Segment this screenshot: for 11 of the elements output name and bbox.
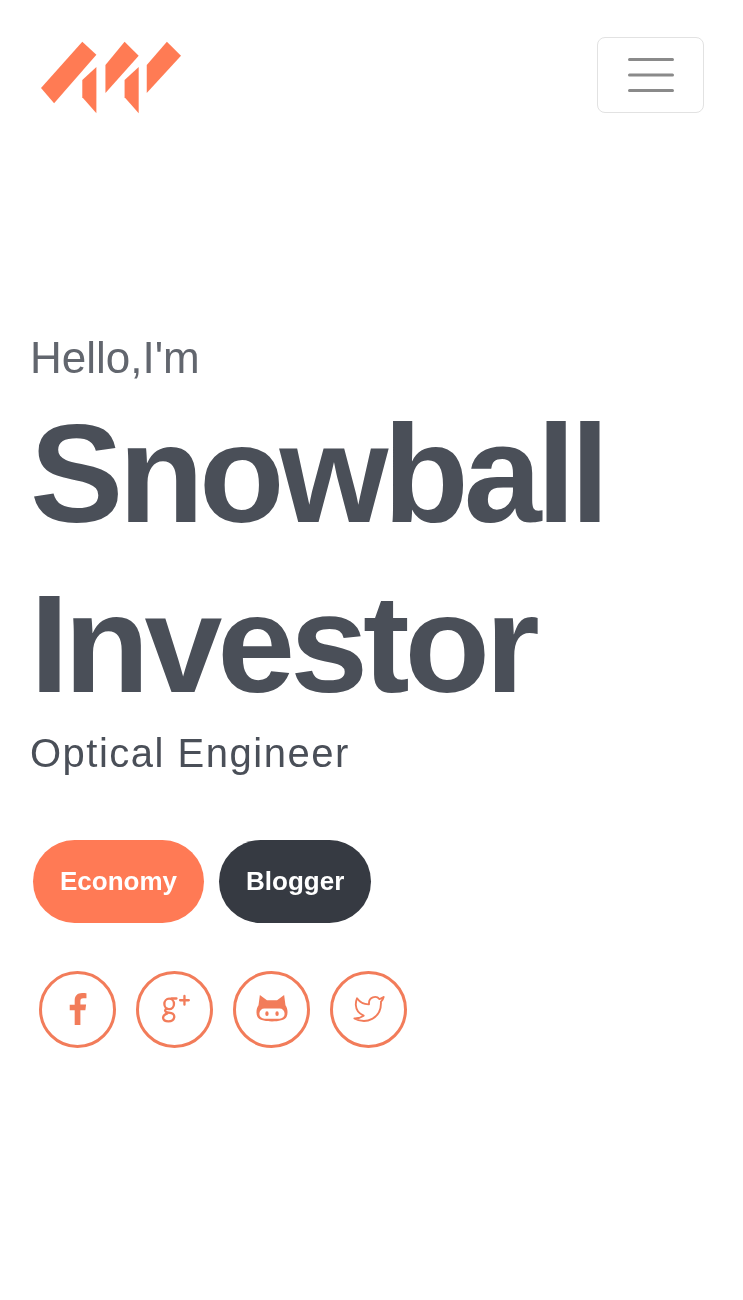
logo-icon[interactable]: [40, 40, 183, 115]
facebook-link[interactable]: [39, 970, 116, 1048]
twitter-link[interactable]: [330, 970, 407, 1048]
menu-button[interactable]: [597, 37, 704, 113]
tag-button[interactable]: Blogger: [219, 839, 372, 923]
role-text: Optical Engineer: [30, 729, 351, 777]
menu-icon: [627, 58, 674, 92]
greeting-text: Hello,I'm: [30, 333, 201, 384]
google-plus-link[interactable]: [136, 970, 213, 1048]
name-heading: Snowball Investor: [30, 393, 606, 724]
github-link[interactable]: [233, 970, 310, 1048]
